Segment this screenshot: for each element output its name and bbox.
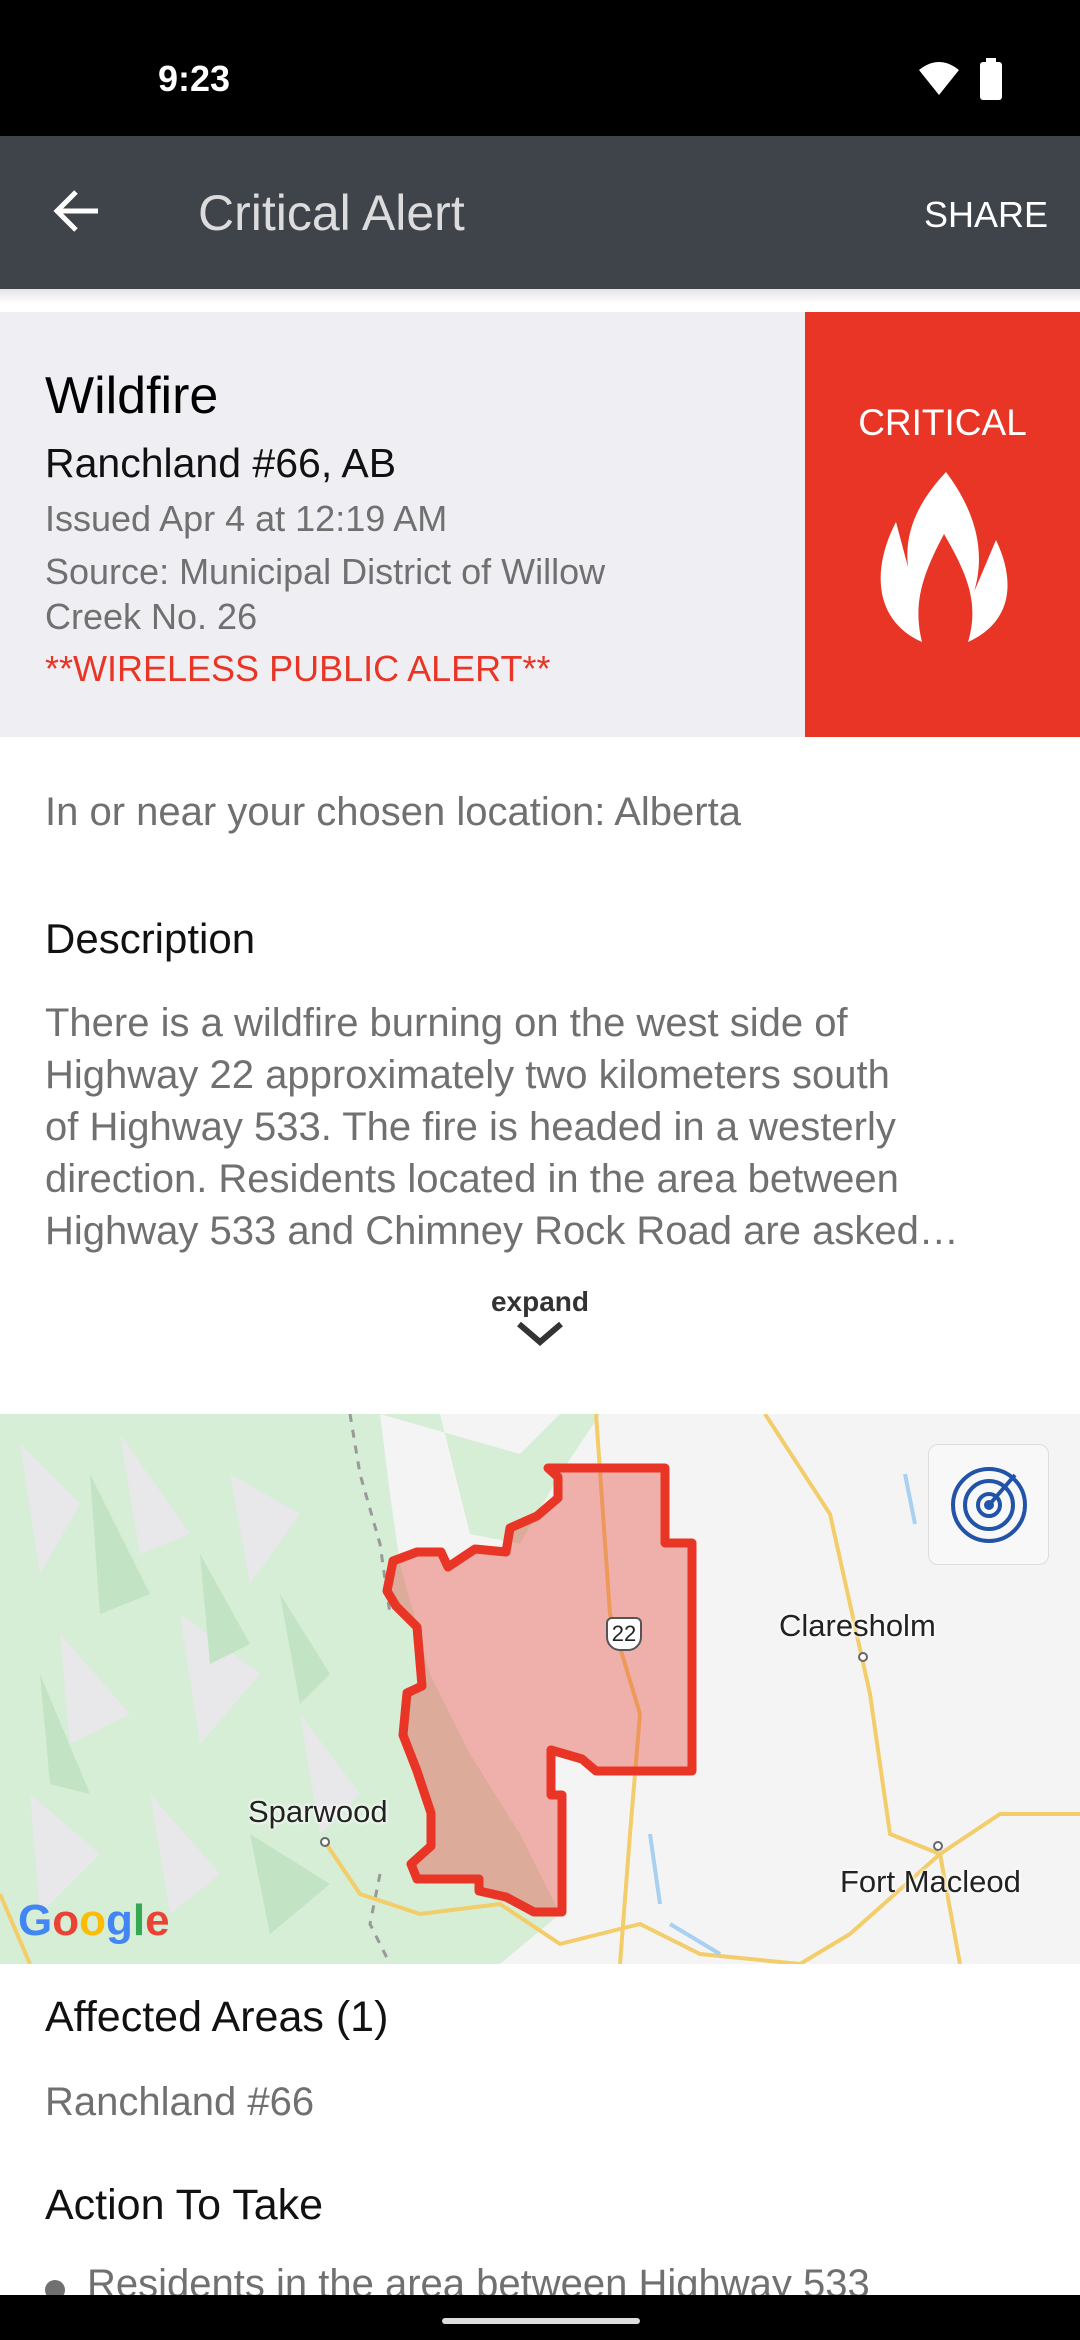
map-label-fort-macleod: Fort Macleod <box>840 1864 1021 1899</box>
description-line: of Highway 533. The fire is headed in a … <box>45 1105 896 1149</box>
affected-areas-heading: Affected Areas (1) <box>45 1993 389 2041</box>
source-line-2: Creek No. 26 <box>45 596 258 637</box>
alert-type: Wildfire <box>45 367 219 425</box>
app-bar: Critical Alert SHARE <box>0 136 1080 289</box>
wireless-alert-tag: **WIRELESS PUBLIC ALERT** <box>45 648 551 689</box>
severity-label: CRITICAL <box>858 402 1027 443</box>
alert-location: Ranchland #66, AB <box>45 440 397 486</box>
radar-icon <box>951 1467 1027 1543</box>
wifi-icon <box>919 62 959 95</box>
alert-map[interactable]: 22 Claresholm Sparwood Fort Macleod Goog… <box>0 1414 1080 1964</box>
description-line: direction. Residents located in the area… <box>45 1157 899 1201</box>
map-label-sparwood: Sparwood <box>248 1794 388 1829</box>
map-label-claresholm: Claresholm <box>779 1608 936 1643</box>
chevron-down-icon <box>517 1321 563 1346</box>
description-heading: Description <box>45 915 256 962</box>
home-gesture-handle[interactable] <box>442 2318 640 2324</box>
app-bar-shadow <box>0 289 1080 303</box>
affected-area-item: Ranchland #66 <box>45 2080 315 2124</box>
highway-shield: 22 <box>606 1617 642 1651</box>
expand-label: expand <box>490 1286 590 1317</box>
radar-button[interactable] <box>928 1444 1049 1565</box>
fire-icon <box>880 472 1008 642</box>
location-note: In or near your chosen location: Alberta <box>45 790 741 834</box>
source-line-1: Source: Municipal District of Willow <box>45 551 606 592</box>
description-line: There is a wildfire burning on the west … <box>45 1001 848 1045</box>
clock: 9:23 <box>158 58 231 99</box>
severity-badge: CRITICAL <box>805 312 1080 737</box>
issued-time: Issued Apr 4 at 12:19 AM <box>45 498 448 539</box>
description-line: Highway 533 and Chimney Rock Road are as… <box>45 1209 959 1253</box>
page-title: Critical Alert <box>198 185 465 241</box>
description-text: There is a wildfire burning on the west … <box>45 997 959 1257</box>
action-heading: Action To Take <box>45 2181 324 2229</box>
affected-area-polygon[interactable] <box>382 1463 697 1917</box>
back-arrow-icon[interactable] <box>52 188 102 234</box>
battery-icon <box>980 58 1002 100</box>
expand-button[interactable]: expand <box>440 1286 640 1353</box>
google-logo: Google <box>18 1896 170 1945</box>
description-line: Highway 22 approximately two kilometers … <box>45 1053 890 1097</box>
share-button[interactable]: SHARE <box>924 194 1048 236</box>
status-bar: 9:23 <box>0 0 1080 136</box>
